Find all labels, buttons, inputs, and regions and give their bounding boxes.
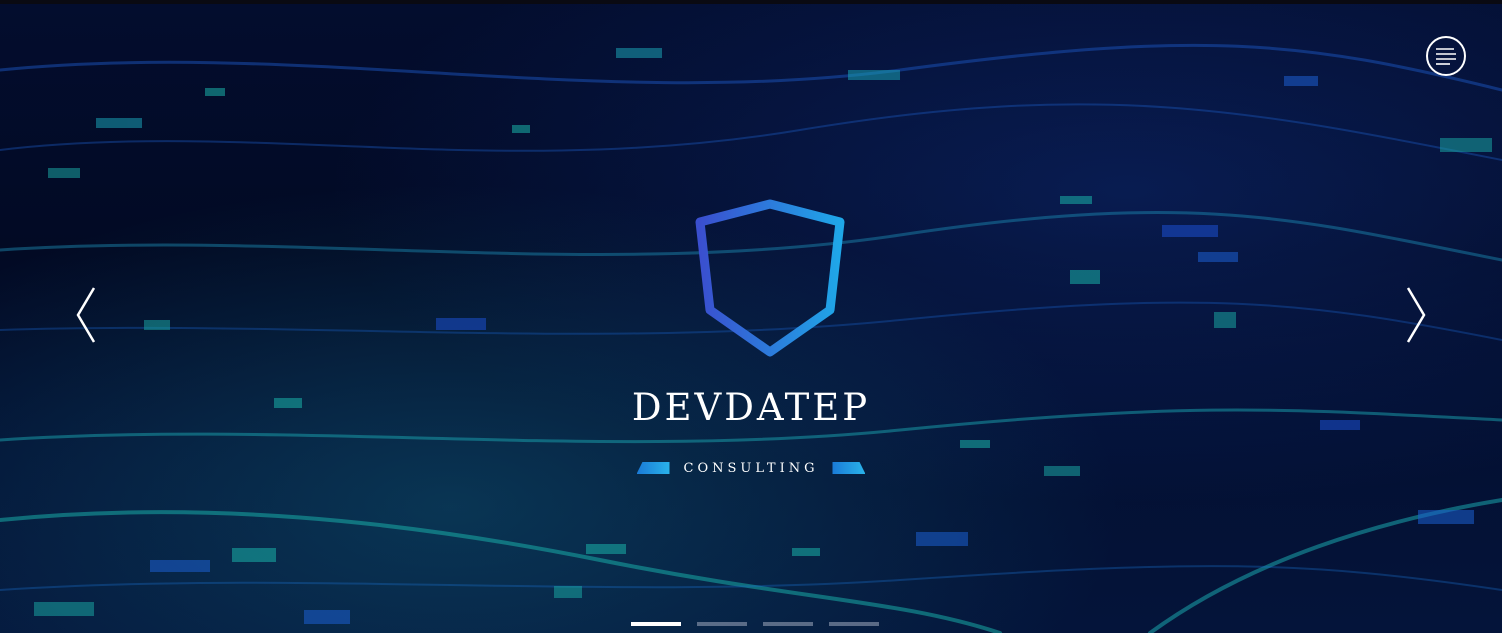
tagline: CONSULTING — [683, 460, 819, 476]
slide-indicator-3[interactable] — [763, 622, 813, 626]
brand-logo-icon — [695, 199, 845, 357]
tagline-left-bar — [636, 462, 670, 474]
slide-indicator-2[interactable] — [697, 622, 747, 626]
menu-button[interactable] — [1426, 36, 1466, 76]
tagline-row: CONSULTING — [0, 458, 1502, 478]
next-slide-button[interactable] — [1404, 286, 1428, 344]
slide-indicators — [631, 622, 879, 626]
slide-indicator-1[interactable] — [631, 622, 681, 626]
slide-indicator-4[interactable] — [829, 622, 879, 626]
hamburger-menu-icon — [1436, 48, 1456, 65]
chevron-left-icon — [76, 287, 96, 343]
hero-slider: DEVDATEP CONSULTING — [0, 0, 1502, 633]
chevron-right-icon — [1406, 287, 1426, 343]
brand-name: DEVDATEP — [631, 386, 871, 429]
tagline-right-bar — [832, 462, 866, 474]
prev-slide-button[interactable] — [74, 286, 98, 344]
